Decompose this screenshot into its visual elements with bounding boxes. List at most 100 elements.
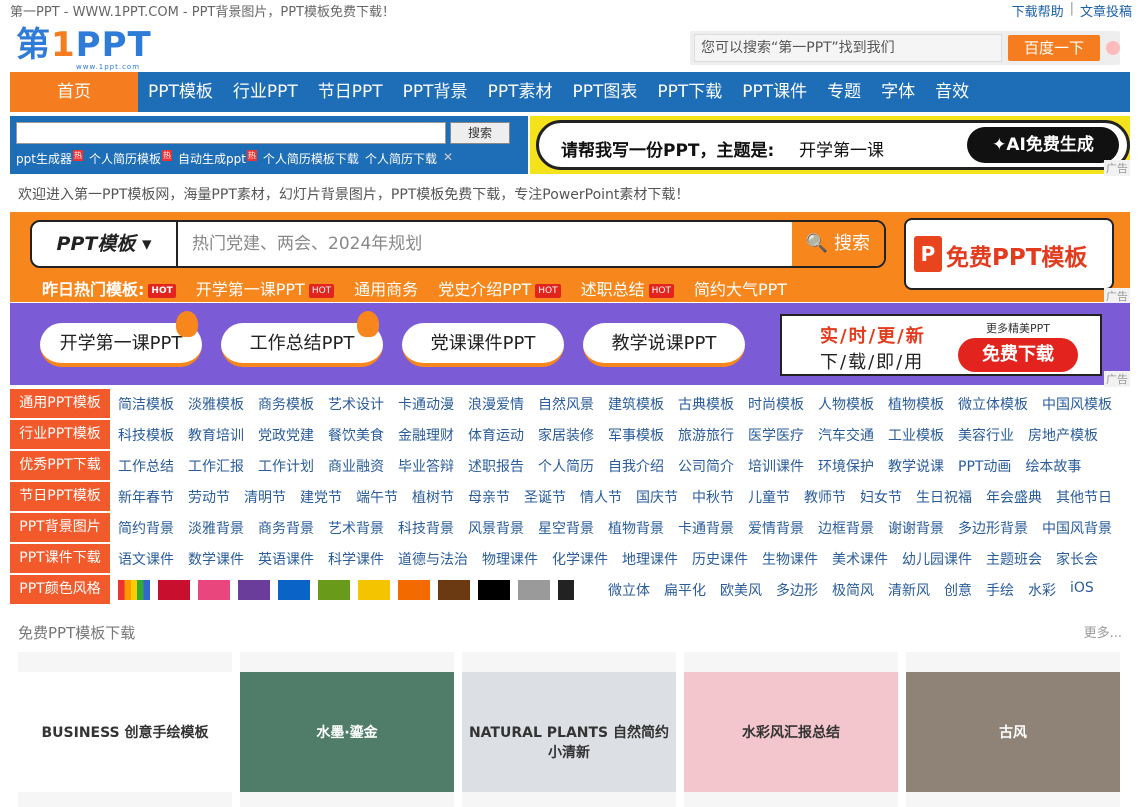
category-link[interactable]: 边框背景 — [818, 518, 888, 538]
category-link[interactable]: 简洁模板 — [118, 394, 188, 414]
nav-item[interactable]: PPT图表 — [562, 72, 647, 112]
category-link[interactable]: 道德与法治 — [398, 549, 482, 569]
category-link[interactable]: 幼儿园课件 — [902, 549, 986, 569]
category-link[interactable]: 中国风模板 — [1042, 394, 1126, 414]
category-link[interactable]: 家长会 — [1056, 549, 1112, 569]
template-thumbnail[interactable]: 水墨·鎏金 — [240, 652, 454, 807]
nav-item[interactable]: 音效 — [925, 72, 979, 112]
category-link[interactable]: 餐饮美食 — [328, 425, 398, 445]
category-link[interactable]: 毕业答辩 — [398, 456, 468, 476]
category-link[interactable]: 环境保护 — [818, 456, 888, 476]
category-link[interactable]: 科技背景 — [398, 518, 468, 538]
category-link[interactable]: 年会盛典 — [986, 487, 1056, 507]
color-swatch[interactable] — [318, 579, 350, 600]
nav-item[interactable]: 行业PPT — [223, 72, 308, 112]
mini-link[interactable]: ppt生成器热 — [16, 150, 83, 167]
category-link[interactable]: 家居装修 — [538, 425, 608, 445]
category-link[interactable]: 情人节 — [580, 487, 636, 507]
style-link[interactable]: 微立体 — [608, 580, 664, 600]
category-link[interactable]: 植物背景 — [608, 518, 678, 538]
color-swatch[interactable] — [198, 579, 230, 600]
category-link[interactable]: 军事模板 — [608, 425, 678, 445]
category-link[interactable]: 地理课件 — [622, 549, 692, 569]
promo-box[interactable]: 实/时/更/新 下/载/即/用 更多精美PPT 免费下载 — [780, 314, 1102, 376]
category-link[interactable]: 主题班会 — [986, 549, 1056, 569]
category-link[interactable]: 人物模板 — [818, 394, 888, 414]
category-link[interactable]: 英语课件 — [258, 549, 328, 569]
category-link[interactable]: 工作计划 — [258, 456, 328, 476]
category-link[interactable]: 述职报告 — [468, 456, 538, 476]
template-thumbnail[interactable]: 水彩风汇报总结 — [684, 652, 898, 807]
category-link[interactable]: 党政党建 — [258, 425, 328, 445]
nav-home[interactable]: 首页 — [10, 72, 138, 112]
category-link[interactable]: 艺术设计 — [328, 394, 398, 414]
category-link[interactable]: 体育运动 — [468, 425, 538, 445]
category-link[interactable]: 清明节 — [244, 487, 300, 507]
color-swatch[interactable] — [558, 579, 590, 600]
category-link[interactable]: 植物模板 — [888, 394, 958, 414]
color-swatch[interactable] — [158, 579, 190, 600]
hot-item[interactable]: 通用商务 — [354, 276, 418, 300]
style-link[interactable]: 欧美风 — [720, 580, 776, 600]
category-link[interactable]: 旅游旅行 — [678, 425, 748, 445]
category-link[interactable]: 卡通动漫 — [398, 394, 468, 414]
color-swatch[interactable] — [278, 579, 310, 600]
color-swatch-multicolor[interactable] — [118, 579, 150, 600]
category-link[interactable]: 教育培训 — [188, 425, 258, 445]
category-link[interactable]: 房地产模板 — [1028, 425, 1112, 445]
search-button[interactable]: 百度一下 — [1008, 35, 1100, 61]
mini-search-button[interactable]: 搜索 — [450, 122, 510, 144]
hot-item[interactable]: 简约大气PPT — [694, 276, 787, 300]
template-thumbnail[interactable]: 古风 — [906, 652, 1120, 807]
category-label[interactable]: 行业PPT模板 — [10, 420, 110, 449]
nav-item[interactable]: PPT背景 — [393, 72, 478, 112]
category-label[interactable]: PPT背景图片 — [10, 513, 110, 542]
template-search-input[interactable]: 热门党建、两会、2024年规划 — [192, 222, 422, 266]
template-search-button[interactable]: 🔍 搜索 — [792, 222, 884, 266]
category-link[interactable]: 其他节日 — [1056, 487, 1126, 507]
hot-item[interactable]: 述职总结 HOT — [581, 276, 674, 300]
ai-generate-button[interactable]: ✦AI免费生成 — [967, 127, 1119, 163]
mini-link[interactable]: 个人简历模板下载 — [263, 150, 359, 167]
site-logo[interactable]: 第1PPT — [16, 27, 152, 63]
category-link[interactable]: 语文课件 — [118, 549, 188, 569]
nav-item[interactable]: 专题 — [817, 72, 871, 112]
category-link[interactable]: 微立体模板 — [958, 394, 1042, 414]
color-swatch[interactable] — [478, 579, 510, 600]
category-label[interactable]: PPT课件下载 — [10, 544, 110, 573]
free-download-button[interactable]: 免费下载 — [958, 338, 1078, 372]
category-link[interactable]: 工作总结 — [118, 456, 188, 476]
category-link[interactable]: 汽车交通 — [818, 425, 888, 445]
category-link[interactable]: 医学医疗 — [748, 425, 818, 445]
topic-pill[interactable]: 开学第一课PPT — [40, 311, 202, 367]
style-link[interactable]: 水彩 — [1028, 580, 1070, 600]
category-link[interactable]: 母亲节 — [468, 487, 524, 507]
category-link[interactable]: 个人简历 — [538, 456, 608, 476]
color-swatch[interactable] — [438, 579, 470, 600]
category-link[interactable]: 风景背景 — [468, 518, 538, 538]
category-link[interactable]: 美术课件 — [832, 549, 902, 569]
category-link[interactable]: 淡雅背景 — [188, 518, 258, 538]
category-label[interactable]: 节日PPT模板 — [10, 482, 110, 511]
category-link[interactable]: 商业融资 — [328, 456, 398, 476]
topic-pill[interactable]: 教学说课PPT — [583, 323, 745, 367]
color-swatch[interactable] — [238, 579, 270, 600]
category-link[interactable]: 中国风背景 — [1042, 518, 1126, 538]
hot-item[interactable]: 党史介绍PPT HOT — [438, 276, 561, 300]
style-link[interactable]: 极简风 — [832, 580, 888, 600]
category-label[interactable]: PPT颜色风格 — [10, 575, 110, 604]
color-swatch[interactable] — [398, 579, 430, 600]
category-link[interactable]: 科学课件 — [328, 549, 398, 569]
style-link[interactable]: 清新风 — [888, 580, 944, 600]
category-link[interactable]: 新年春节 — [118, 487, 188, 507]
category-link[interactable]: 工业模板 — [888, 425, 958, 445]
nav-item[interactable]: PPT下载 — [647, 72, 732, 112]
help-link[interactable]: 下载帮助 — [1012, 1, 1064, 20]
category-link[interactable]: 美容行业 — [958, 425, 1028, 445]
category-link[interactable]: 多边形背景 — [958, 518, 1042, 538]
category-link[interactable]: 爱情背景 — [748, 518, 818, 538]
category-label[interactable]: 通用PPT模板 — [10, 389, 110, 418]
category-link[interactable]: 劳动节 — [188, 487, 244, 507]
category-link[interactable]: 生日祝福 — [916, 487, 986, 507]
category-label[interactable]: 优秀PPT下载 — [10, 451, 110, 480]
